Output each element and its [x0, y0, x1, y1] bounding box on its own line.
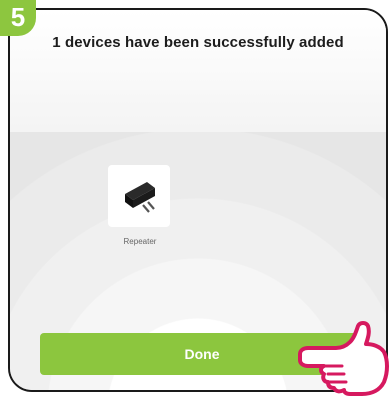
device-tile-repeater[interactable]: [108, 165, 170, 227]
plug-adapter-icon: [125, 182, 155, 213]
device-label: Repeater: [123, 237, 157, 246]
header-panel: [10, 10, 386, 132]
pointing-hand-icon: [298, 321, 389, 396]
step-badge: 5: [0, 0, 36, 36]
page-title: 1 devices have been successfully added: [52, 34, 344, 51]
